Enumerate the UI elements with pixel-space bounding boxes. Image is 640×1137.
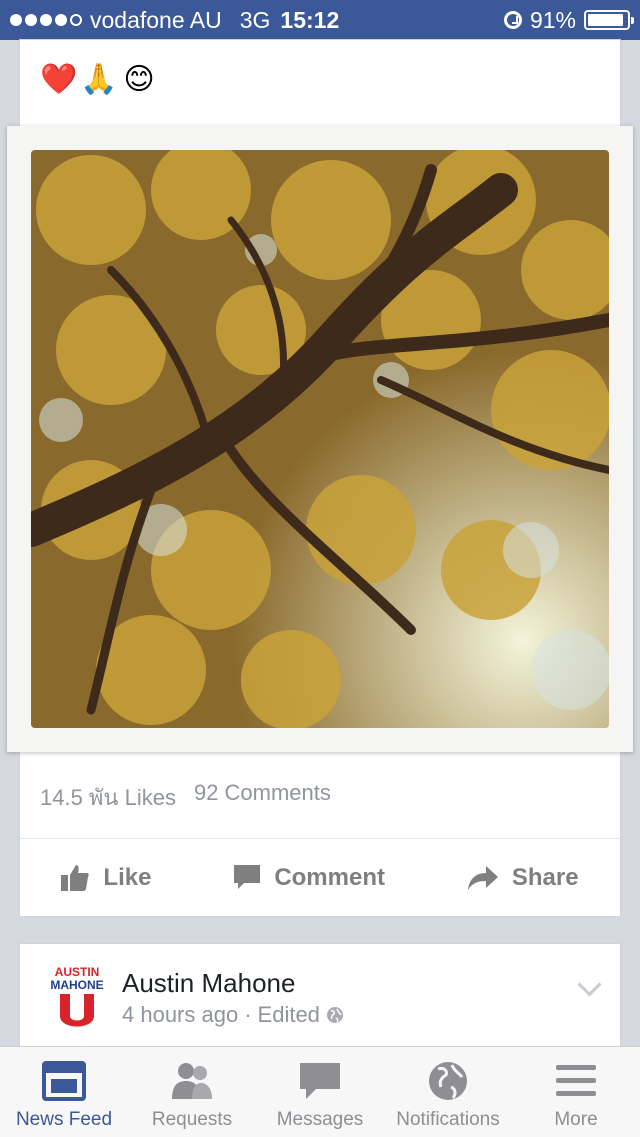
post-author[interactable]: Austin Mahone: [122, 968, 295, 999]
network-type: 3G: [239, 6, 271, 33]
comments-count[interactable]: 92 Comments: [194, 780, 331, 815]
tab-messages-label: Messages: [276, 1109, 364, 1130]
thumbs-up-icon: [61, 865, 90, 891]
friend-requests-icon: [172, 1063, 212, 1099]
tab-requests[interactable]: Requests: [128, 1047, 256, 1137]
share-arrow-icon: [467, 866, 498, 890]
comment-button[interactable]: Comment: [234, 864, 385, 892]
carrier-name: vodafone AU: [90, 6, 222, 33]
post-text-emojis: ❤️ 🙏 😊: [40, 62, 156, 96]
heart-emoji: ❤️: [40, 62, 78, 96]
news-feed-icon: [42, 1061, 86, 1101]
likes-count[interactable]: 14.5 พัน Likes: [40, 780, 176, 815]
tab-news-feed-label: News Feed: [15, 1109, 113, 1130]
post-meta: 4 hours ago · Edited: [122, 1002, 344, 1028]
post-photo-frame[interactable]: [7, 126, 633, 752]
avatar-logo-text-bottom: MAHONE: [50, 978, 103, 992]
post-actions: Like Comment Share: [20, 840, 620, 916]
clock: 15:12: [280, 6, 340, 33]
public-globe-icon: [326, 1007, 343, 1023]
tab-more[interactable]: More: [512, 1047, 640, 1137]
post-photo[interactable]: [31, 150, 609, 728]
tab-notifications[interactable]: Notifications: [384, 1047, 512, 1137]
chevron-down-icon[interactable]: [577, 972, 602, 997]
tab-news-feed[interactable]: News Feed: [0, 1047, 128, 1137]
tab-bar: News Feed Requests Messages Notification…: [0, 1046, 640, 1137]
actions-divider: [20, 838, 620, 839]
comment-label: Comment: [274, 864, 385, 891]
avatar[interactable]: AUSTIN MAHONE: [48, 964, 106, 1034]
globe-icon: [429, 1062, 467, 1100]
share-button[interactable]: Share: [467, 864, 579, 892]
post-card-next: AUSTIN MAHONE Austin Mahone 4 hours ago …: [20, 944, 620, 1054]
comment-icon: [234, 865, 261, 889]
like-button[interactable]: Like: [61, 864, 151, 892]
status-bar: vodafone AU 3G 15:12 91%: [0, 0, 640, 40]
battery-icon: [584, 10, 634, 30]
battery-percentage: 91%: [529, 6, 576, 33]
menu-icon: [556, 1065, 596, 1096]
tab-requests-label: Requests: [151, 1109, 233, 1130]
post-engagement-counts: 14.5 พัน Likes 92 Comments: [40, 780, 331, 815]
share-label: Share: [511, 864, 579, 891]
meta-separator: ·: [244, 1002, 252, 1027]
avatar-logo-text-top: AUSTIN: [55, 965, 100, 979]
signal-strength-icon: [10, 14, 82, 26]
tab-more-label: More: [554, 1109, 598, 1130]
edited-label[interactable]: Edited: [258, 1002, 320, 1028]
post-time[interactable]: 4 hours ago: [122, 1002, 238, 1028]
smiling-face-emoji: 😊: [123, 62, 155, 96]
tab-notifications-label: Notifications: [396, 1109, 500, 1130]
praying-hands-emoji: 🙏: [80, 62, 118, 96]
like-label: Like: [103, 864, 152, 891]
messages-icon: [300, 1063, 340, 1099]
alarm-clock-icon: [503, 11, 522, 29]
tab-messages[interactable]: Messages: [256, 1047, 384, 1137]
